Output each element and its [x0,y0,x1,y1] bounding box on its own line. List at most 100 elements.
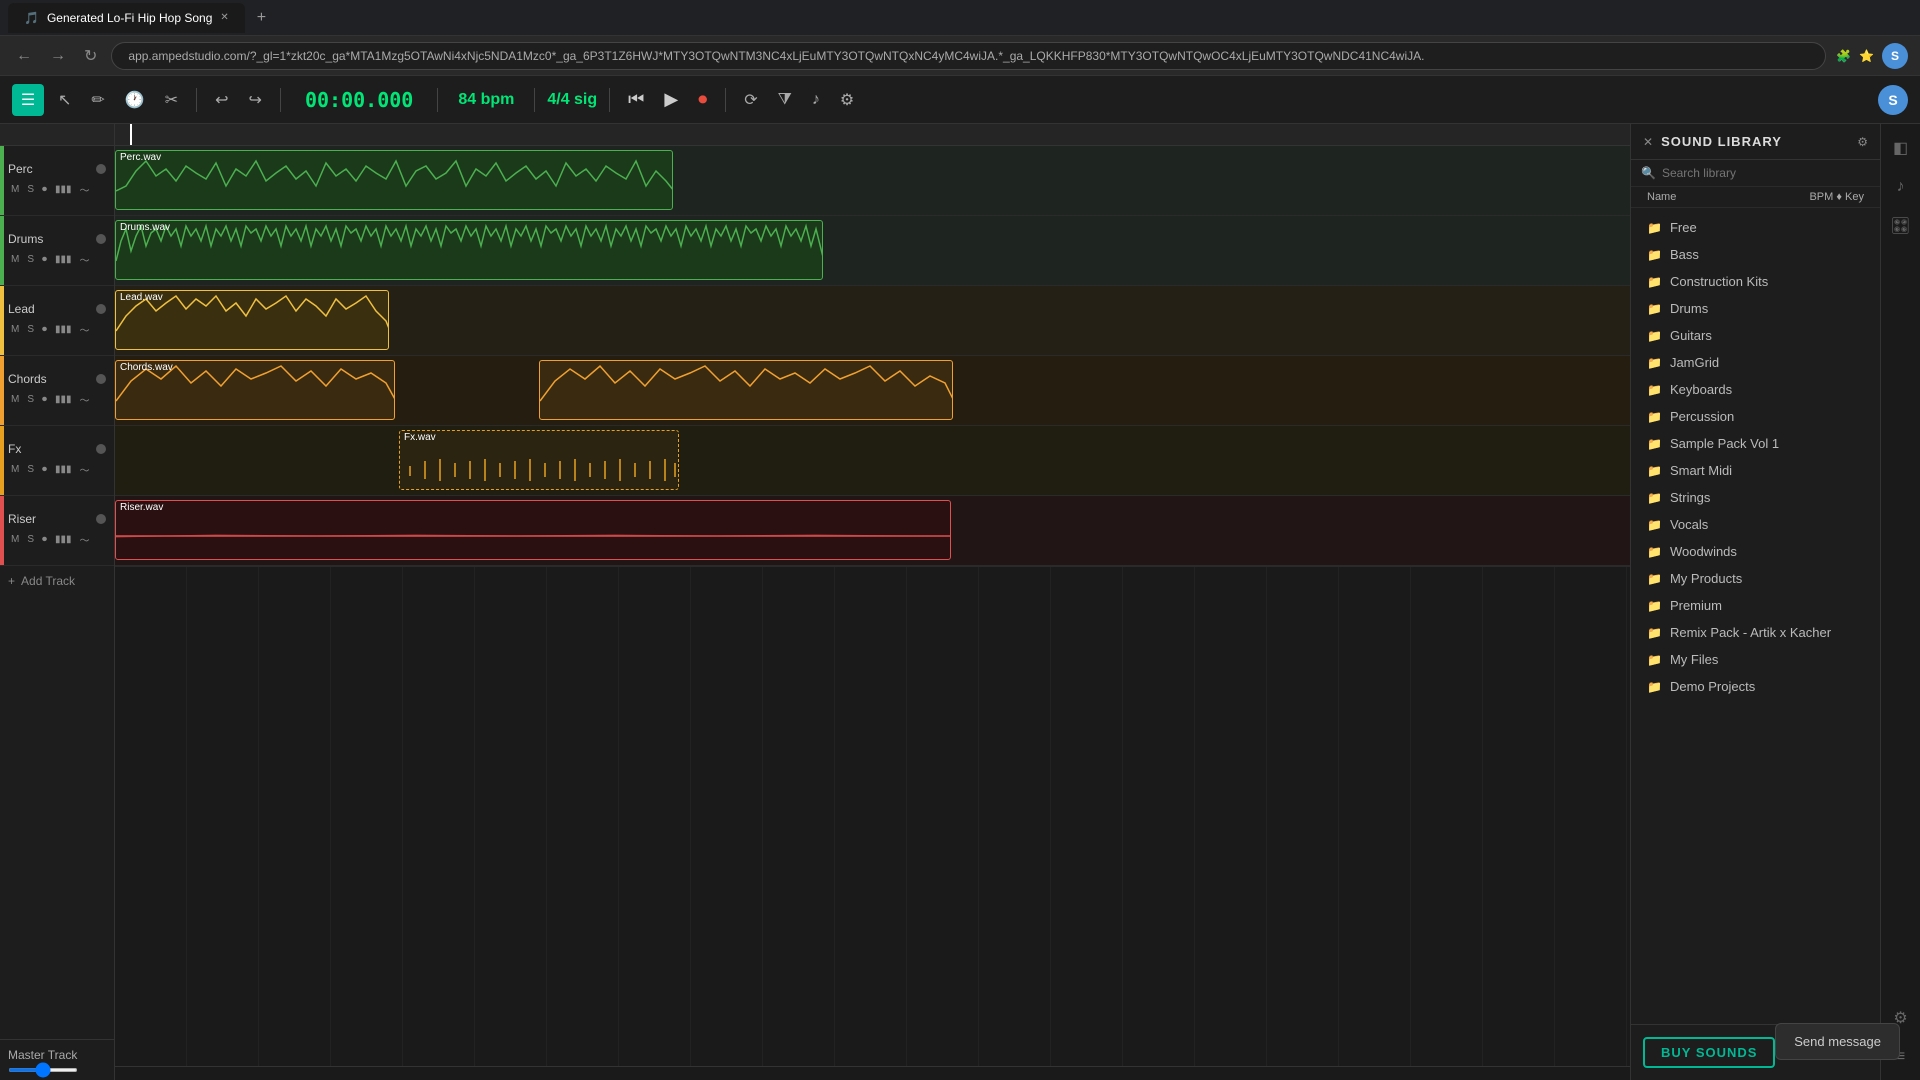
clip-perc[interactable]: Perc.wav [115,150,673,210]
chords-volume-knob[interactable] [96,374,106,384]
library-item-keyboards[interactable]: 📁 Keyboards [1631,376,1880,403]
pencil-tool-btn[interactable]: ✏ [85,86,110,114]
riser-eq-btn[interactable]: 〜 [77,530,93,549]
tab-close-btn[interactable]: ✕ [220,12,228,23]
menu-btn[interactable]: ☰ [12,84,44,116]
library-settings-icon[interactable]: ⚙ [1857,135,1868,149]
lead-eq-btn[interactable]: 〜 [77,320,93,339]
clock-tool-btn[interactable]: 🕐 [119,86,151,114]
drums-volume-knob[interactable] [96,234,106,244]
fx-eq-btn[interactable]: 〜 [77,460,93,479]
user-profile-avatar[interactable]: S [1878,85,1908,115]
fx-m-btn[interactable]: M [8,462,22,477]
bottom-scrollbar[interactable] [115,1066,1630,1080]
perc-m-btn[interactable]: M [8,182,22,197]
library-item-sample-pack-vol-1[interactable]: 📁 Sample Pack Vol 1 [1631,430,1880,457]
library-item-bass[interactable]: 📁 Bass [1631,241,1880,268]
send-message-btn[interactable]: Send message [1775,1023,1900,1060]
library-item-free[interactable]: 📁 Free [1631,214,1880,241]
address-input[interactable] [111,42,1826,70]
lead-s-btn[interactable]: S [24,322,37,337]
cut-tool-btn[interactable]: ✂ [159,86,184,114]
library-item-demo-projects[interactable]: 📁 Demo Projects [1631,673,1880,700]
drums-vol-btn[interactable]: ▮▮▮ [52,252,75,267]
back-btn[interactable]: ← [12,43,36,69]
perc-volume-knob[interactable] [96,164,106,174]
fx-vol-btn[interactable]: ▮▮▮ [52,462,75,477]
side-icon-1[interactable]: ◧ [1887,132,1914,164]
clip-chords-1[interactable]: Chords.wav [115,360,395,420]
drums-rec-btn[interactable]: ⏺ [39,252,50,267]
mix-btn[interactable]: ⧩ [772,87,798,113]
library-item-strings[interactable]: 📁 Strings [1631,484,1880,511]
library-item-remix-pack---artik-x-kacher[interactable]: 📁 Remix Pack - Artik x Kacher [1631,619,1880,646]
clip-fx[interactable]: Fx.wav [399,430,679,490]
clip-riser[interactable]: Riser.wav [115,500,951,560]
auto-btn[interactable]: ⚙ [834,86,860,114]
redo-btn[interactable]: ↪ [243,86,268,114]
fx-volume-knob[interactable] [96,444,106,454]
new-tab-btn[interactable]: + [249,9,274,27]
chords-rec-btn[interactable]: ⏺ [39,392,50,407]
lead-vol-btn[interactable]: ▮▮▮ [52,322,75,337]
master-volume-slider[interactable] [8,1068,78,1072]
forward-btn[interactable]: → [46,43,70,69]
perc-eq-btn[interactable]: 〜 [77,180,93,199]
sig-display[interactable]: 4/4 sig [547,91,597,109]
record-btn[interactable]: ⏺ [692,85,713,114]
perc-vol-btn[interactable]: ▮▮▮ [52,182,75,197]
loop-btn[interactable]: ⟳ [738,86,763,114]
lead-rec-btn[interactable]: ⏺ [39,322,50,337]
midi-btn[interactable]: ♪ [806,87,826,113]
bookmark-icon[interactable]: ⭐ [1859,49,1874,63]
library-item-percussion[interactable]: 📁 Percussion [1631,403,1880,430]
back-transport-btn[interactable]: ⏮ [622,85,650,114]
track-header-fx: Fx M S ⏺ ▮▮▮ 〜 [0,426,114,496]
fx-s-btn[interactable]: S [24,462,37,477]
add-track-row[interactable]: + Add Track [0,566,114,596]
library-item-my-products[interactable]: 📁 My Products [1631,565,1880,592]
riser-m-btn[interactable]: M [8,532,22,547]
side-icon-3[interactable]: 🎛 [1884,210,1916,242]
library-item-jamgrid[interactable]: 📁 JamGrid [1631,349,1880,376]
library-item-smart-midi[interactable]: 📁 Smart Midi [1631,457,1880,484]
chords-eq-btn[interactable]: 〜 [77,390,93,409]
extensions-icon[interactable]: 🧩 [1836,49,1851,63]
library-item-my-files[interactable]: 📁 My Files [1631,646,1880,673]
chords-m-btn[interactable]: M [8,392,22,407]
buy-sounds-btn[interactable]: BUY SOUNDS [1643,1037,1775,1068]
select-tool-btn[interactable]: ↖ [52,86,77,114]
undo-btn[interactable]: ↩ [209,86,234,114]
lead-m-btn[interactable]: M [8,322,22,337]
riser-volume-knob[interactable] [96,514,106,524]
clip-lead[interactable]: Lead.wav [115,290,389,350]
lead-volume-knob[interactable] [96,304,106,314]
play-btn[interactable]: ▶ [658,85,684,114]
riser-s-btn[interactable]: S [24,532,37,547]
reload-btn[interactable]: ↻ [80,42,101,70]
library-item-woodwinds[interactable]: 📁 Woodwinds [1631,538,1880,565]
fx-rec-btn[interactable]: ⏺ [39,462,50,477]
drums-m-btn[interactable]: M [8,252,22,267]
drums-eq-btn[interactable]: 〜 [77,250,93,269]
perc-s-btn[interactable]: S [24,182,37,197]
library-item-drums[interactable]: 📁 Drums [1631,295,1880,322]
drums-s-btn[interactable]: S [24,252,37,267]
clip-chords-2[interactable] [539,360,953,420]
library-close-icon[interactable]: ✕ [1643,135,1653,149]
library-item-construction-kits[interactable]: 📁 Construction Kits [1631,268,1880,295]
library-item-premium[interactable]: 📁 Premium [1631,592,1880,619]
chords-s-btn[interactable]: S [24,392,37,407]
side-icon-2[interactable]: ♪ [1891,172,1911,202]
clip-drums[interactable]: Drums.wav [115,220,823,280]
library-item-guitars[interactable]: 📁 Guitars [1631,322,1880,349]
perc-rec-btn[interactable]: ⏺ [39,182,50,197]
riser-rec-btn[interactable]: ⏺ [39,532,50,547]
active-tab[interactable]: 🎵 Generated Lo-Fi Hip Hop Song ✕ [8,3,245,33]
user-avatar[interactable]: S [1882,43,1908,69]
chords-vol-btn[interactable]: ▮▮▮ [52,392,75,407]
riser-vol-btn[interactable]: ▮▮▮ [52,532,75,547]
library-item-vocals[interactable]: 📁 Vocals [1631,511,1880,538]
bpm-display[interactable]: 84 bpm [458,91,514,109]
library-search-input[interactable] [1662,166,1870,180]
